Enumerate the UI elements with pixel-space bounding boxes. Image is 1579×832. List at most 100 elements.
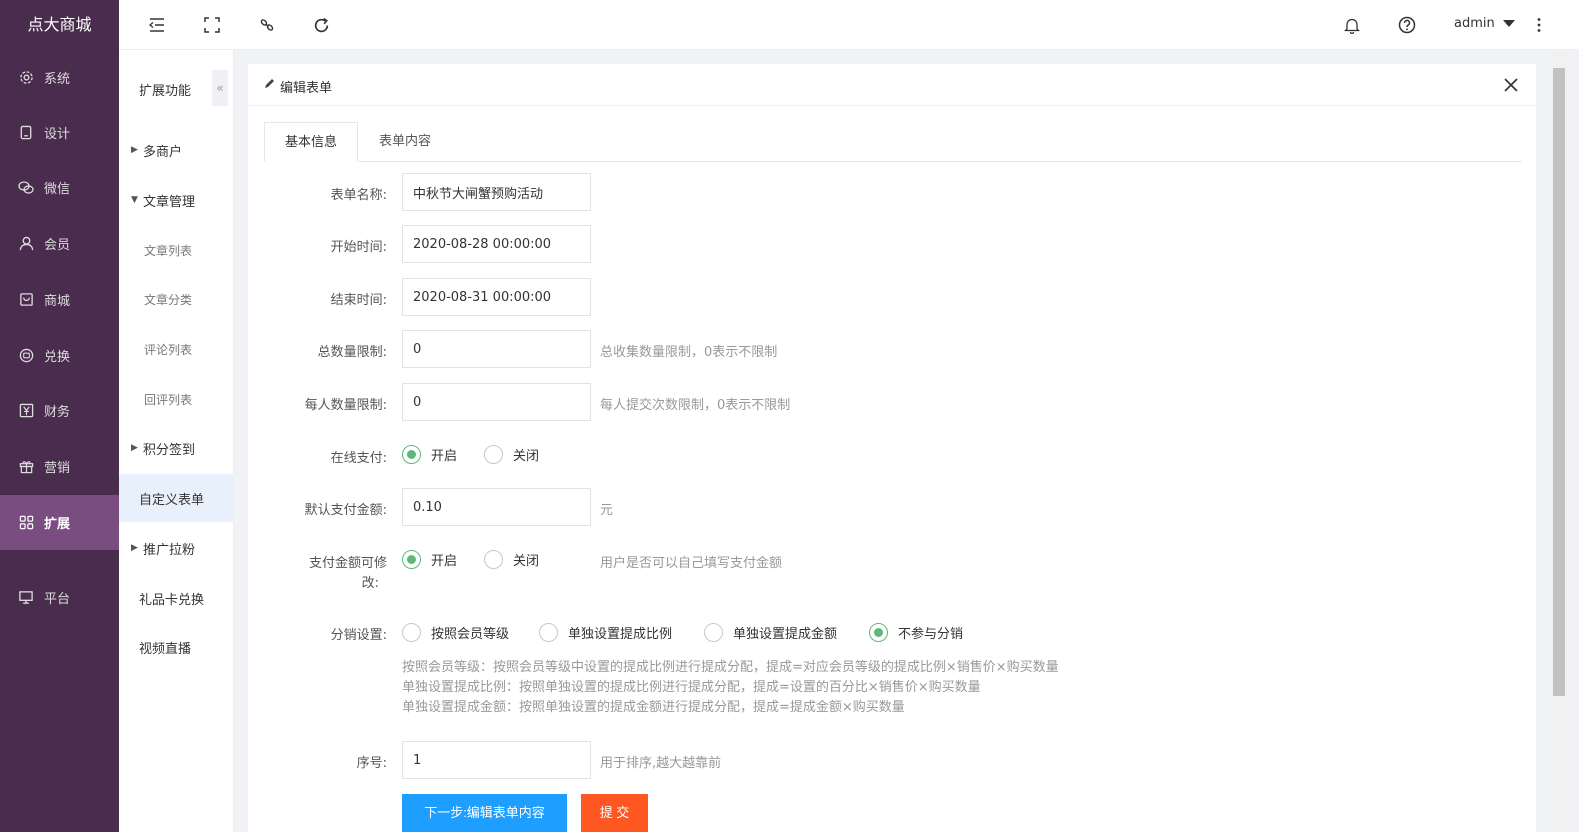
total-limit-input[interactable] <box>402 330 591 368</box>
per-person-limit-hint: 每人提交次数限制，0表示不限制 <box>600 398 791 413</box>
menu-fold-icon[interactable] <box>145 13 169 37</box>
sidebar-item-wechat[interactable]: 微信 <box>0 160 119 215</box>
subnav-item-comment-list[interactable]: 评论列表 <box>119 325 234 373</box>
caret-down-icon: ▼ <box>131 195 138 205</box>
distribution-none-radio[interactable]: 不参与分销 <box>869 623 963 642</box>
order-label: 序号: <box>356 756 387 771</box>
end-time-input[interactable] <box>402 278 591 316</box>
start-time-input[interactable] <box>402 225 591 263</box>
help-icon[interactable] <box>1395 13 1419 37</box>
pencil-icon <box>263 78 275 94</box>
panel-title: 编辑表单 <box>280 81 333 96</box>
sidebar-item-label: 微信 <box>44 182 71 197</box>
sidebar-item-mall[interactable]: 商城 <box>0 272 119 327</box>
subnav-item-article-category[interactable]: 文章分类 <box>119 275 234 323</box>
sub-sidebar: 扩展功能 « ▶ 多商户 ▼ 文章管理 文章列表 文章分类 评论列表 回评列表 ▶ 积… <box>119 50 234 832</box>
radio-label: 开启 <box>431 554 458 569</box>
online-pay-off-radio[interactable]: 关闭 <box>484 445 539 464</box>
sidebar-item-extension[interactable]: 扩展 <box>0 495 119 550</box>
sidebar-item-label: 财务 <box>44 405 71 420</box>
subnav-item-gift-card[interactable]: 礼品卡兑换 <box>119 574 234 622</box>
subnav-item-article-list[interactable]: 文章列表 <box>119 226 234 274</box>
subnav-item-promotion[interactable]: ▶ 推广拉粉 <box>119 524 234 572</box>
subnav-item-live-video[interactable]: 视频直播 <box>119 623 234 671</box>
username: admin <box>1454 16 1495 31</box>
default-amount-label: 默认支付金额: <box>304 503 387 518</box>
scrollbar-thumb[interactable] <box>1553 68 1565 696</box>
sidebar-item-label: 扩展 <box>44 517 71 532</box>
main-sidebar: 点大商城 系统 设计 微信 会员 商城 兑换 财务 营销 扩展 平台 <box>0 0 119 832</box>
amount-editable-hint: 用户是否可以自己填写支付金额 <box>600 556 783 571</box>
close-icon[interactable] <box>1504 78 1518 96</box>
sidebar-item-label: 会员 <box>44 238 71 253</box>
sidebar-item-label: 兑换 <box>44 350 71 365</box>
radio-label: 关闭 <box>513 554 540 569</box>
refresh-icon[interactable] <box>309 13 333 37</box>
next-step-button[interactable]: 下一步:编辑表单内容 <box>402 794 567 832</box>
sidebar-item-system[interactable]: 系统 <box>0 50 119 105</box>
distribution-note-3: 单独设置提成金额：按照单独设置的提成金额进行提成分配，提成=提成金额×购买数量 <box>402 700 905 715</box>
amount-unit: 元 <box>600 503 614 518</box>
subnav-item-custom-form[interactable]: 自定义表单 <box>119 474 234 522</box>
collapse-icon[interactable]: « <box>212 70 228 106</box>
user-icon <box>18 236 34 252</box>
subnav-item-multi-merchant[interactable]: ▶ 多商户 <box>119 126 234 174</box>
sidebar-item-design[interactable]: 设计 <box>0 105 119 160</box>
grid-icon <box>18 515 34 531</box>
subnav-item-reply-list[interactable]: 回评列表 <box>119 375 234 423</box>
wechat-icon <box>18 180 34 196</box>
link-icon[interactable] <box>255 13 279 37</box>
online-pay-on-radio[interactable]: 开启 <box>402 445 457 464</box>
radio-checked-icon <box>869 623 888 642</box>
sidebar-item-member[interactable]: 会员 <box>0 216 119 271</box>
order-input[interactable] <box>402 741 591 779</box>
user-menu[interactable]: admin <box>1454 16 1515 31</box>
per-person-limit-label: 每人数量限制: <box>304 398 387 413</box>
amount-editable-label-cont: 改: <box>361 576 379 591</box>
amount-editable-off-radio[interactable]: 关闭 <box>484 550 539 569</box>
tablet-icon <box>18 125 34 141</box>
sidebar-item-exchange[interactable]: 兑换 <box>0 328 119 383</box>
subnav-title: 扩展功能 <box>139 84 192 99</box>
default-amount-input[interactable] <box>402 488 591 526</box>
distribution-ratio-radio[interactable]: 单独设置提成比例 <box>539 623 672 642</box>
sidebar-item-marketing[interactable]: 营销 <box>0 439 119 494</box>
subnav-label: 评论列表 <box>144 342 193 357</box>
form-name-input[interactable] <box>402 173 591 211</box>
radio-label: 关闭 <box>513 449 540 464</box>
per-person-limit-input[interactable] <box>402 383 591 421</box>
caret-right-icon: ▶ <box>131 443 138 453</box>
submit-button[interactable]: 提 交 <box>581 794 648 832</box>
subnav-label: 推广拉粉 <box>143 542 196 558</box>
app-logo: 点大商城 <box>27 15 92 34</box>
more-vertical-icon[interactable] <box>1527 13 1551 37</box>
distribution-amount-radio[interactable]: 单独设置提成金额 <box>704 623 837 642</box>
subnav-item-points-signin[interactable]: ▶ 积分签到 <box>119 424 234 472</box>
amount-editable-label: 支付金额可修 <box>308 556 387 571</box>
sidebar-item-label: 设计 <box>44 127 71 142</box>
radio-unchecked-icon <box>539 623 558 642</box>
subnav-item-article-management[interactable]: ▼ 文章管理 <box>119 176 234 224</box>
sidebar-item-platform[interactable]: 平台 <box>0 570 119 625</box>
yen-icon <box>18 403 34 419</box>
panel-header: 编辑表单 <box>248 64 1536 106</box>
subnav-label: 文章列表 <box>144 243 193 258</box>
sidebar-item-label: 系统 <box>44 72 71 87</box>
subnav-label: 视频直播 <box>139 641 192 657</box>
sidebar-item-label: 平台 <box>44 592 71 607</box>
radio-unchecked-icon <box>704 623 723 642</box>
radio-label: 单独设置提成比例 <box>568 627 673 642</box>
tab-form-content[interactable]: 表单内容 <box>358 122 452 162</box>
subnav-label: 回评列表 <box>144 392 193 407</box>
top-toolbar: admin <box>119 0 1579 50</box>
radio-label: 按照会员等级 <box>431 627 510 642</box>
tab-basic-info[interactable]: 基本信息 <box>264 122 358 162</box>
total-limit-hint: 总收集数量限制，0表示不限制 <box>600 345 778 360</box>
sidebar-item-finance[interactable]: 财务 <box>0 383 119 438</box>
subnav-label: 文章管理 <box>143 194 196 210</box>
radio-label: 开启 <box>431 449 458 464</box>
amount-editable-on-radio[interactable]: 开启 <box>402 550 457 569</box>
distribution-member-level-radio[interactable]: 按照会员等级 <box>402 623 509 642</box>
fullscreen-icon[interactable] <box>200 13 224 37</box>
bell-icon[interactable] <box>1340 13 1364 37</box>
